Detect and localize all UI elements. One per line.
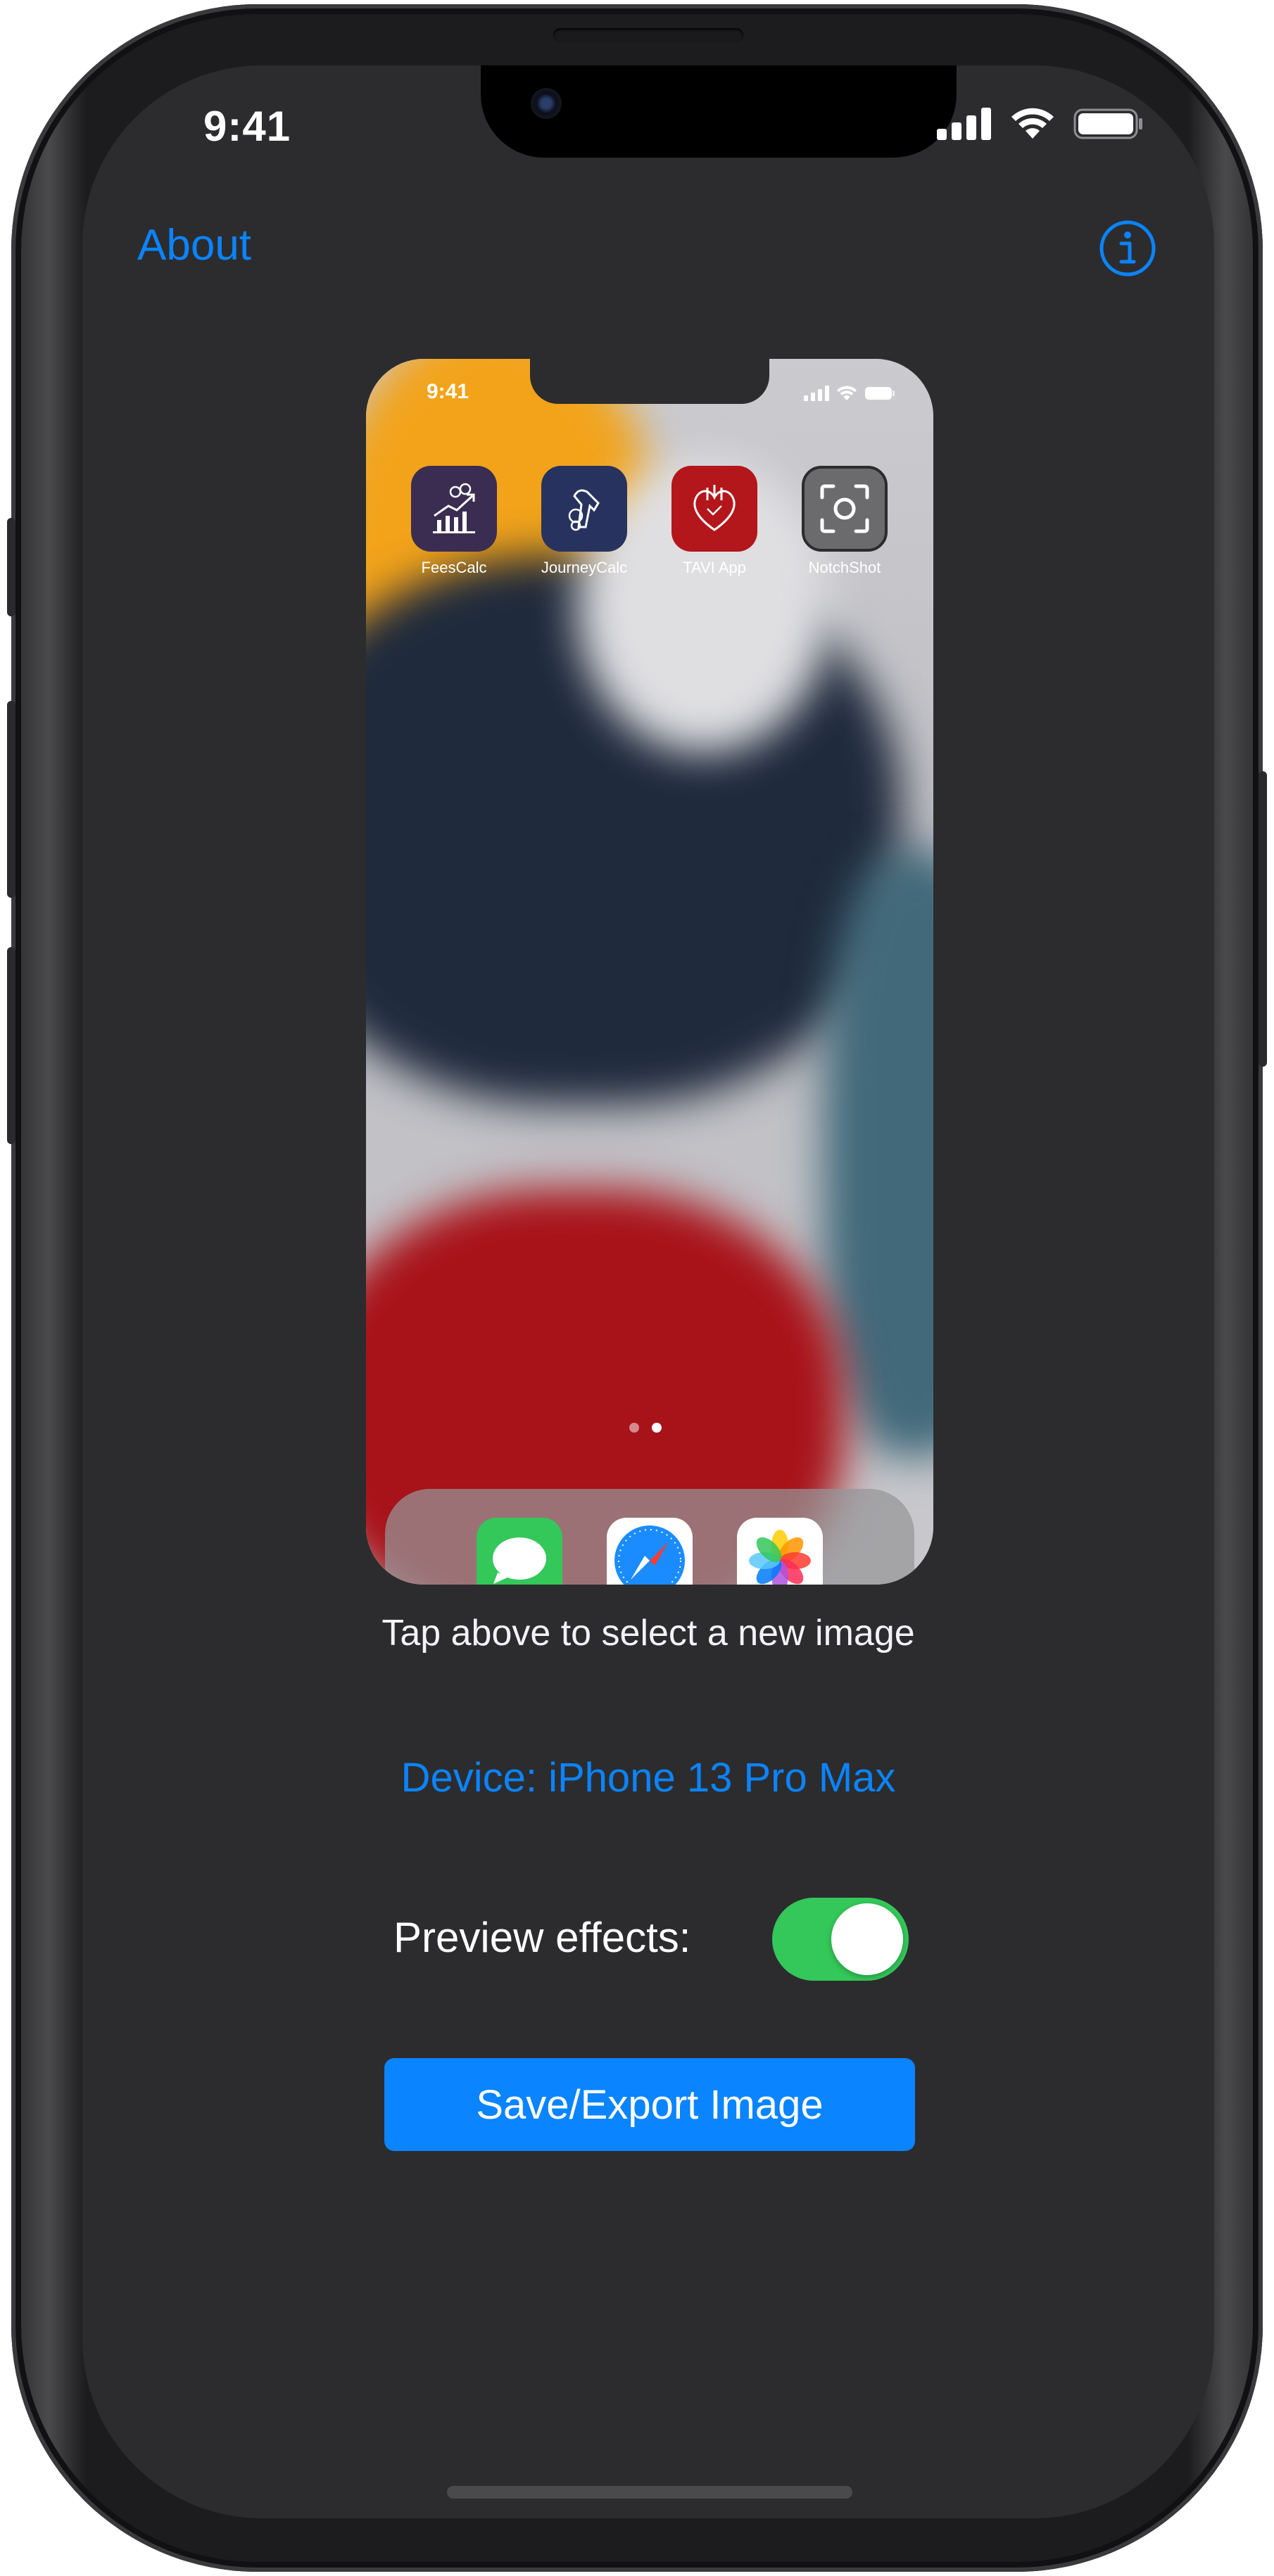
screenshot-viewfinder-icon xyxy=(802,466,888,552)
preview-battery-icon xyxy=(865,387,895,400)
volume-down-button xyxy=(7,947,15,1144)
toggle-knob xyxy=(831,1903,903,1975)
wifi-icon xyxy=(1011,108,1054,139)
select-image-hint: Tap above to select a new image xyxy=(381,1613,915,1654)
battery-icon xyxy=(1073,108,1142,139)
page-dot xyxy=(629,1423,639,1433)
compass-icon xyxy=(607,1518,693,1585)
app-label: FeesCalc xyxy=(421,559,487,576)
earpiece-speaker xyxy=(553,28,743,42)
app-journeycalc: JourneyCalc xyxy=(541,466,627,577)
heart-icon xyxy=(671,466,757,552)
front-camera-icon xyxy=(531,88,562,119)
home-indicator[interactable] xyxy=(447,2486,852,2499)
app-label: NotchShot xyxy=(808,559,881,576)
status-time: 9:41 xyxy=(203,103,291,150)
power-button xyxy=(1259,771,1267,1067)
silent-switch xyxy=(7,518,15,616)
app-screen: 9:41 About 9:41 FeesCalc JourneyCalc TAV… xyxy=(82,65,1214,2518)
preview-dock xyxy=(385,1489,914,1585)
wallpaper-preview[interactable]: 9:41 FeesCalc JourneyCalc TAVI App Notch… xyxy=(366,359,933,1585)
info-circle-icon[interactable] xyxy=(1099,220,1156,277)
save-export-button[interactable]: Save/Export Image xyxy=(384,2058,915,2151)
app-feescalc: FeesCalc xyxy=(411,466,497,577)
preview-status-time: 9:41 xyxy=(427,380,469,403)
preview-notch xyxy=(530,359,769,404)
preview-wifi-icon xyxy=(836,386,857,400)
preview-effects-toggle[interactable] xyxy=(772,1898,909,1981)
cellular-signal-icon xyxy=(937,108,991,140)
preview-cellular-icon xyxy=(804,386,829,401)
about-button[interactable]: About xyxy=(137,220,251,270)
app-notchshot: NotchShot xyxy=(802,466,888,577)
messages-icon xyxy=(477,1518,562,1585)
page-dot-active xyxy=(652,1423,662,1433)
fuel-nozzle-icon xyxy=(541,466,627,552)
app-tavi: TAVI App xyxy=(671,466,757,577)
page-indicator xyxy=(629,1423,662,1433)
preview-status-icons xyxy=(804,386,895,401)
app-label: JourneyCalc xyxy=(541,559,628,576)
device-frame: 9:41 About 9:41 FeesCalc JourneyCalc TAV… xyxy=(7,4,1267,2572)
preview-effects-label: Preview effects: xyxy=(393,1914,691,1961)
volume-up-button xyxy=(7,701,15,898)
status-icons xyxy=(937,108,1144,140)
photos-flower-icon xyxy=(737,1518,823,1585)
device-selector[interactable]: Device: iPhone 13 Pro Max xyxy=(82,1754,1214,1801)
app-label: TAVI App xyxy=(683,559,746,576)
chart-growth-icon xyxy=(411,466,497,552)
